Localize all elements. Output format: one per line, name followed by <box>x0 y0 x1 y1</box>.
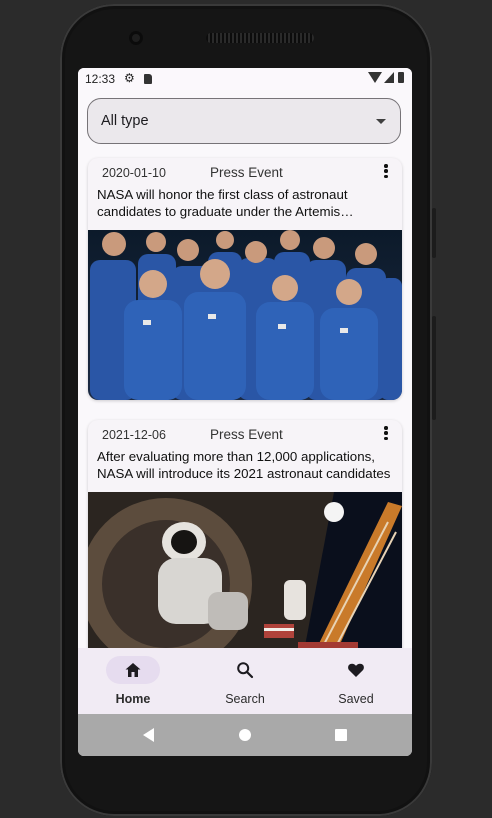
nav-saved-label: Saved <box>338 692 374 706</box>
home-icon <box>125 663 141 677</box>
nav-search[interactable]: Search <box>190 648 300 714</box>
nav-home-label: Home <box>115 692 151 706</box>
nav-saved[interactable]: Saved <box>301 648 411 714</box>
event-image <box>88 492 402 648</box>
more-options-icon[interactable] <box>384 426 388 440</box>
event-title: NASA will honor the first class of astro… <box>97 187 348 222</box>
event-date: 2021-12-06 <box>102 428 166 442</box>
event-feed[interactable]: All type 2020-01-10 Press Event NASA wil… <box>78 90 412 648</box>
more-options-icon[interactable] <box>384 164 388 178</box>
status-time: 12:33 <box>85 72 116 86</box>
dropdown-arrow-icon <box>376 118 386 124</box>
heart-icon <box>348 663 364 677</box>
event-title: After evaluating more than 12,000 applic… <box>97 449 391 481</box>
system-home-icon[interactable] <box>239 729 251 741</box>
signal-icon <box>384 72 394 83</box>
event-card[interactable]: 2021-12-06 Press Event After evaluating … <box>88 420 402 648</box>
wifi-icon <box>368 72 382 83</box>
front-camera <box>129 31 143 45</box>
volume-button <box>432 316 436 420</box>
filter-selected-value: All type <box>101 113 149 129</box>
event-date: 2020-01-10 <box>102 166 166 180</box>
event-image <box>88 230 402 400</box>
power-button <box>432 208 436 258</box>
nav-search-label: Search <box>225 692 265 706</box>
event-card[interactable]: 2020-01-10 Press Event NASA will honor t… <box>88 158 402 400</box>
earpiece-speaker <box>206 33 314 43</box>
recent-apps-icon[interactable] <box>335 729 347 741</box>
event-type-filter[interactable]: All type <box>87 98 401 144</box>
event-type: Press Event <box>210 427 283 442</box>
battery-icon <box>398 72 404 83</box>
app-screen: 12:33 ⚙ All type 2020-01-10 Press Event … <box>78 68 412 756</box>
system-navigation-bar <box>78 714 412 756</box>
event-type: Press Event <box>210 165 283 180</box>
bottom-navigation: Home Search Saved <box>78 648 412 714</box>
back-icon[interactable] <box>143 728 154 742</box>
nav-home[interactable]: Home <box>78 648 188 714</box>
status-bar: 12:33 ⚙ <box>78 68 412 90</box>
search-icon <box>237 662 254 679</box>
sd-card-icon <box>144 74 152 84</box>
gear-icon: ⚙ <box>124 71 135 85</box>
